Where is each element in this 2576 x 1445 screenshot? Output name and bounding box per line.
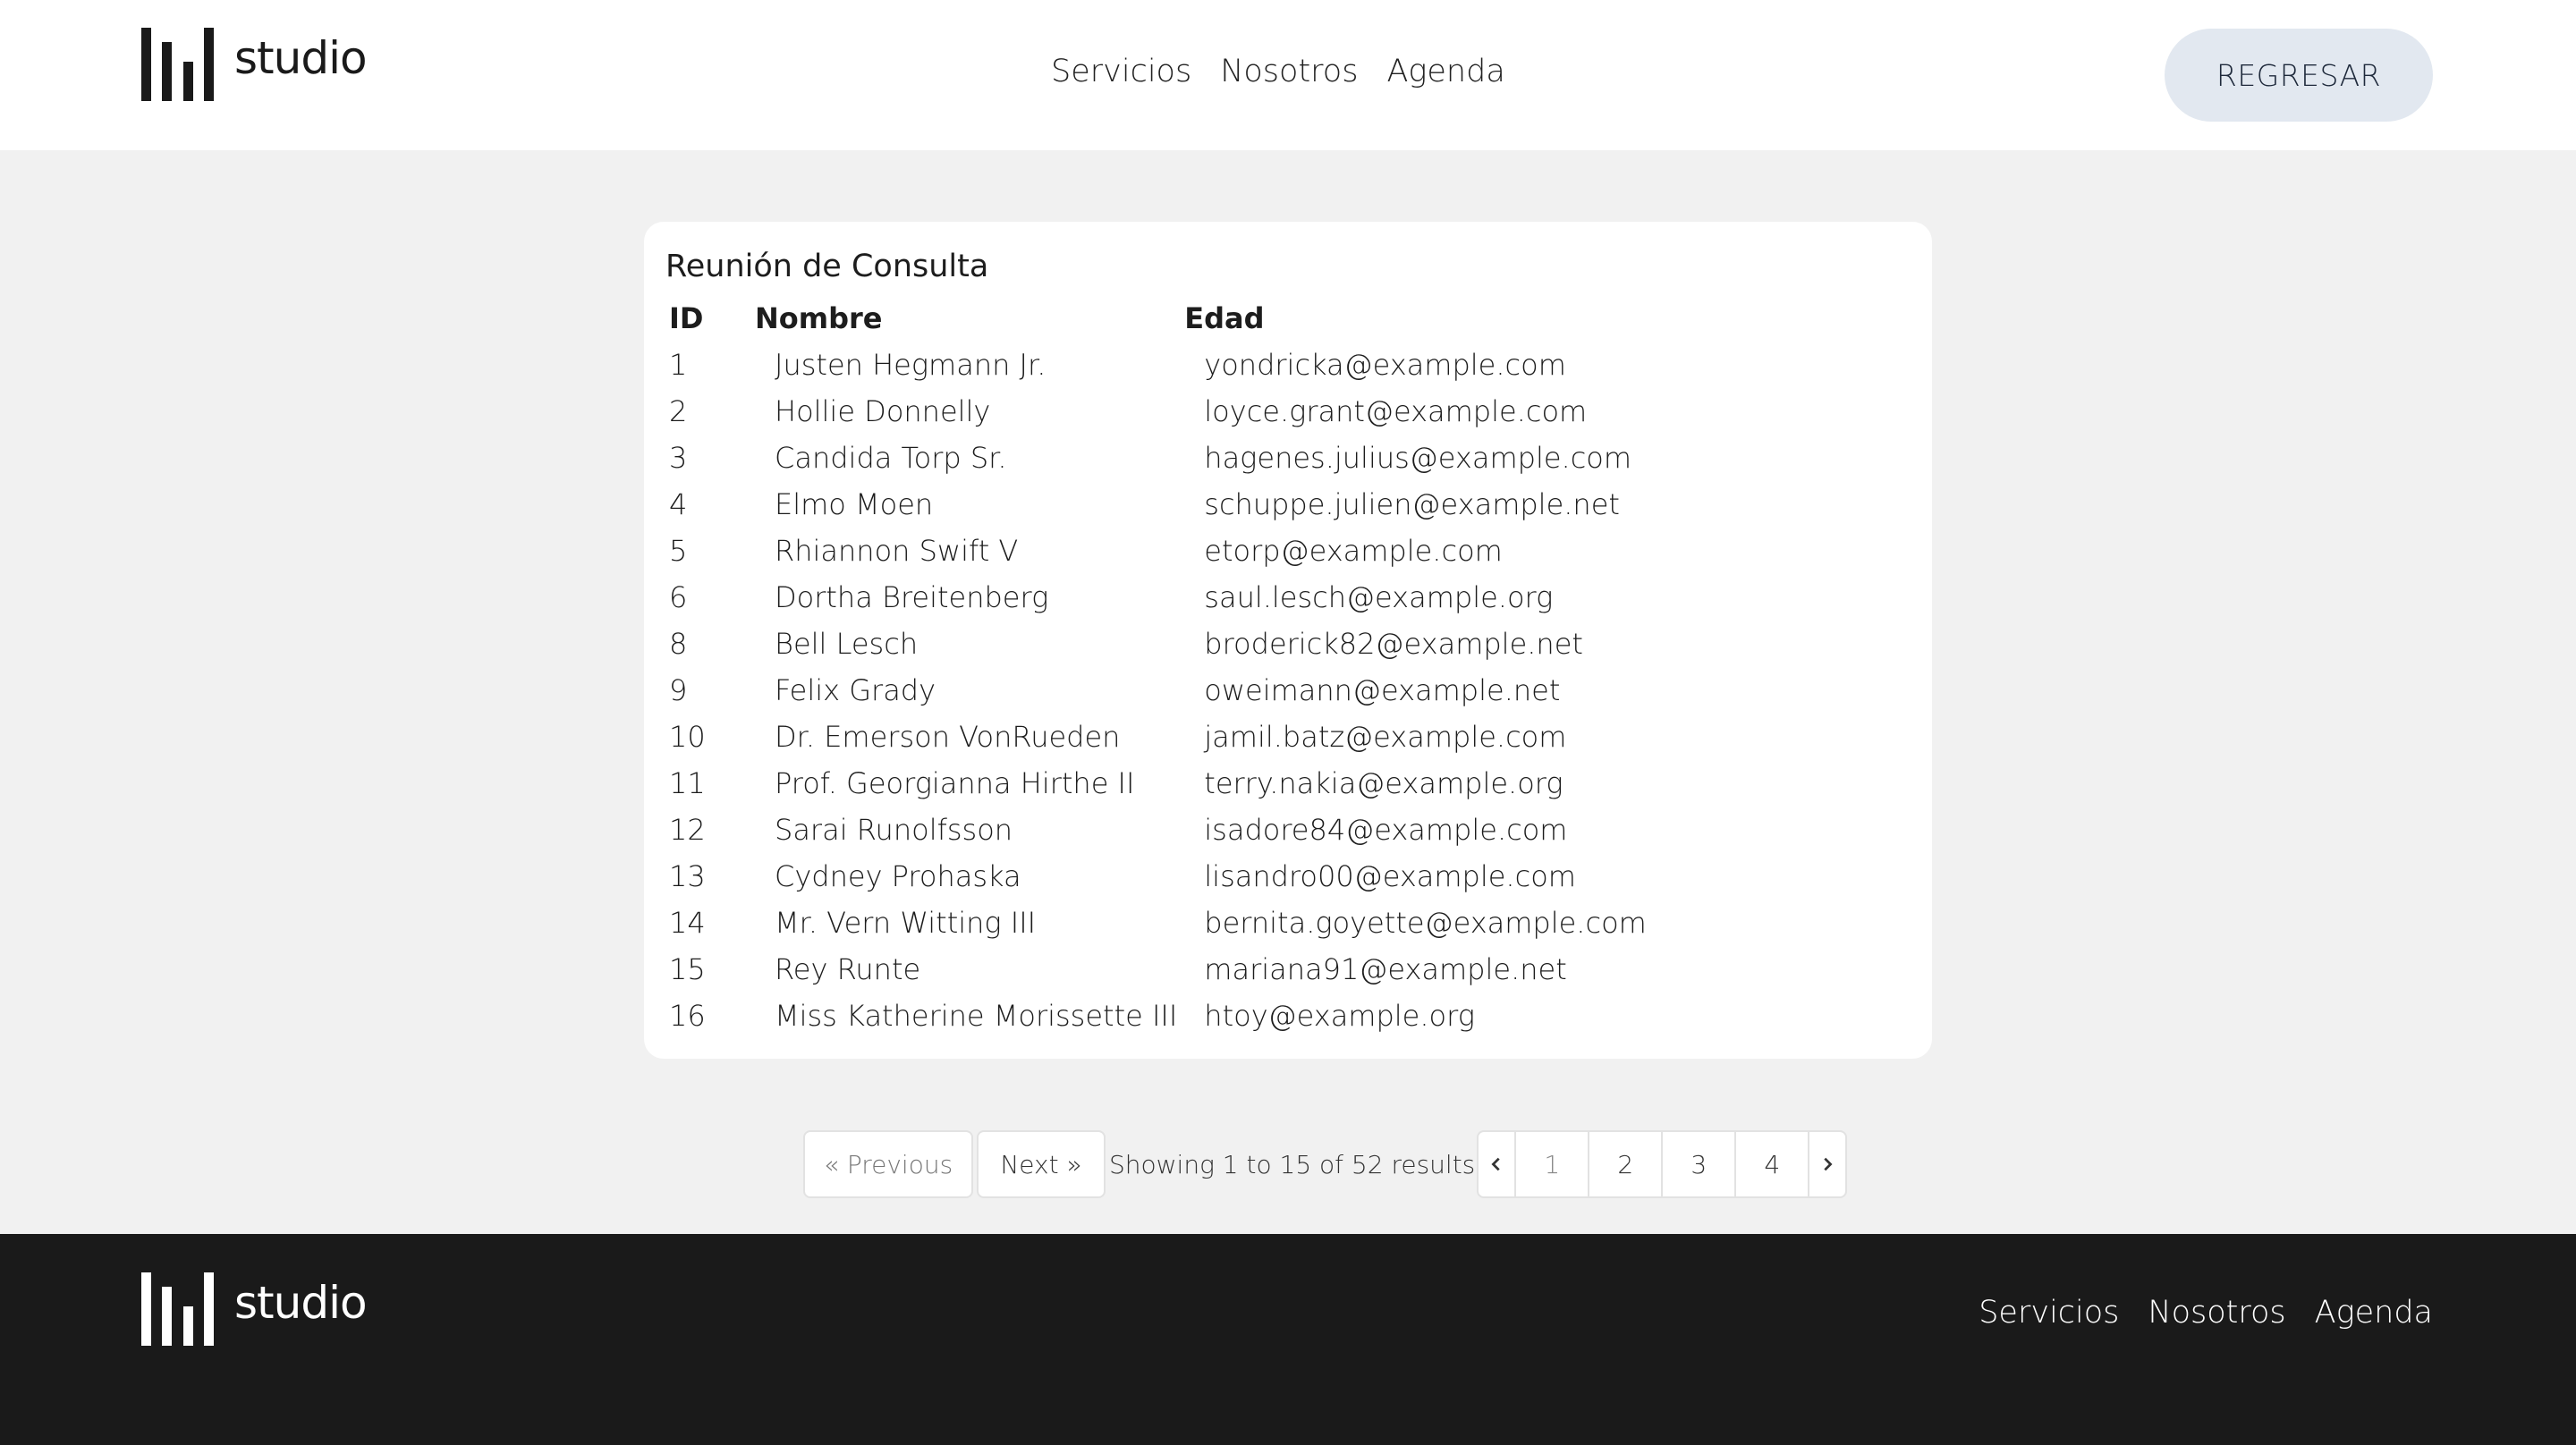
cell-id: 8 xyxy=(669,627,688,661)
footer-link-agenda[interactable]: Agenda xyxy=(2315,1295,2433,1331)
cell-nombre: Miss Katherine Morissette III xyxy=(775,999,1178,1033)
cell-email: hagenes.julius@example.com xyxy=(1204,441,1632,475)
back-button[interactable]: REGRESAR xyxy=(2165,29,2433,122)
table-row: 15 Rey Runte mariana91@example.net xyxy=(665,946,1650,993)
cell-id: 15 xyxy=(669,952,706,986)
table-row: 4 Elmo Moen schuppe.julien@example.net xyxy=(665,481,1650,528)
cell-nombre: Bell Lesch xyxy=(775,627,919,661)
cell-id: 4 xyxy=(669,487,688,521)
footer-link-nosotros[interactable]: Nosotros xyxy=(2148,1295,2285,1331)
page-button-1[interactable]: 1 xyxy=(1514,1130,1590,1198)
cell-nombre: Candida Torp Sr. xyxy=(775,441,1007,475)
cell-id: 6 xyxy=(669,580,688,614)
page-number-group: 1 2 3 4 xyxy=(1477,1130,1848,1198)
cell-nombre: Rhiannon Swift V xyxy=(775,534,1019,568)
cell-id: 10 xyxy=(669,720,706,754)
page-button-3[interactable]: 3 xyxy=(1661,1130,1737,1198)
main-nav: Servicios Nosotros Agenda xyxy=(1051,54,1505,89)
cell-email: jamil.batz@example.com xyxy=(1204,720,1567,754)
cell-email: broderick82@example.net xyxy=(1204,627,1583,661)
table-row: 8 Bell Lesch broderick82@example.net xyxy=(665,621,1650,667)
site-header: studio Servicios Nosotros Agenda REGRESA… xyxy=(0,0,2576,150)
cell-nombre: Dortha Breitenberg xyxy=(775,580,1049,614)
cell-email: isadore84@example.com xyxy=(1204,813,1568,847)
cell-nombre: Dr. Emerson VonRueden xyxy=(775,720,1121,754)
cell-email: yondricka@example.com xyxy=(1204,348,1566,382)
page-next-arrow-button[interactable] xyxy=(1808,1130,1848,1198)
column-header-id: ID xyxy=(669,301,704,335)
table-body: 1 Justen Hegmann Jr. yondricka@example.com… xyxy=(665,342,1650,1039)
cell-nombre: Felix Grady xyxy=(775,673,936,707)
column-header-edad: Edad xyxy=(1184,301,1265,335)
results-summary: Showing 1 to 15 of 52 results xyxy=(1109,1149,1476,1179)
cell-nombre: Rey Runte xyxy=(775,952,921,986)
cell-nombre: Hollie Donnelly xyxy=(775,394,991,428)
page-button-2[interactable]: 2 xyxy=(1588,1130,1664,1198)
card-title: Reunión de Consulta xyxy=(665,249,989,284)
logo-wordmark: studio xyxy=(234,32,368,84)
cell-id: 11 xyxy=(669,766,706,800)
chevron-right-icon xyxy=(1824,1157,1833,1171)
cell-email: oweimann@example.net xyxy=(1204,673,1561,707)
cell-nombre: Cydney Prohaska xyxy=(775,859,1021,893)
previous-page-button[interactable]: « Previous xyxy=(803,1130,973,1198)
cell-nombre: Prof. Georgianna Hirthe II xyxy=(775,766,1135,800)
cell-email: htoy@example.org xyxy=(1204,999,1475,1033)
table-header-row: ID Nombre Edad xyxy=(665,295,1650,342)
table-row: 16 Miss Katherine Morissette III htoy@exam… xyxy=(665,993,1650,1039)
cell-id: 9 xyxy=(669,673,688,707)
cell-email: loyce.grant@example.com xyxy=(1204,394,1588,428)
cell-email: schuppe.julien@example.net xyxy=(1204,487,1620,521)
next-page-button[interactable]: Next » xyxy=(977,1130,1106,1198)
cell-id: 16 xyxy=(669,999,706,1033)
footer-brand-logo[interactable]: studio xyxy=(141,1272,368,1347)
nav-link-agenda[interactable]: Agenda xyxy=(1386,54,1504,89)
table-row: 5 Rhiannon Swift V etorp@example.com xyxy=(665,528,1650,574)
logo-bars-icon xyxy=(141,1272,215,1346)
footer-link-servicios[interactable]: Servicios xyxy=(1979,1295,2119,1331)
logo-bars-icon xyxy=(141,28,215,101)
column-header-nombre: Nombre xyxy=(755,301,883,335)
site-footer: studio Servicios Nosotros Agenda xyxy=(0,1234,2576,1445)
table-row: 2 Hollie Donnelly loyce.grant@example.com xyxy=(665,388,1650,435)
cell-email: etorp@example.com xyxy=(1204,534,1503,568)
cell-id: 1 xyxy=(669,348,688,382)
table-row: 14 Mr. Vern Witting III bernita.goyette@ex… xyxy=(665,900,1650,946)
cell-email: mariana91@example.net xyxy=(1204,952,1567,986)
cell-email: lisandro00@example.com xyxy=(1204,859,1576,893)
table-row: 10 Dr. Emerson VonRueden jamil.batz@exampl… xyxy=(665,714,1650,760)
cell-id: 3 xyxy=(669,441,688,475)
pagination: « Previous Next » Showing 1 to 15 of 52 … xyxy=(803,1130,1848,1198)
cell-id: 2 xyxy=(669,394,688,428)
cell-email: saul.lesch@example.org xyxy=(1204,580,1554,614)
cell-nombre: Elmo Moen xyxy=(775,487,934,521)
attendees-table: ID Nombre Edad 1 Justen Hegmann Jr. yondri… xyxy=(665,295,1650,1039)
cell-id: 14 xyxy=(669,906,706,940)
table-row: 11 Prof. Georgianna Hirthe II terry.nakia@… xyxy=(665,760,1650,807)
cell-id: 12 xyxy=(669,813,706,847)
cell-id: 5 xyxy=(669,534,688,568)
cell-nombre: Mr. Vern Witting III xyxy=(775,906,1037,940)
footer-nav: Servicios Nosotros Agenda xyxy=(1979,1295,2433,1331)
page-prev-arrow-button[interactable] xyxy=(1477,1130,1517,1198)
brand-logo[interactable]: studio xyxy=(141,27,368,102)
footer-logo-wordmark: studio xyxy=(234,1277,368,1329)
table-row: 13 Cydney Prohaska lisandro00@example.com xyxy=(665,853,1650,900)
table-row: 3 Candida Torp Sr. hagenes.julius@example.… xyxy=(665,435,1650,481)
cell-email: terry.nakia@example.org xyxy=(1204,766,1563,800)
nav-link-nosotros[interactable]: Nosotros xyxy=(1220,54,1358,89)
nav-link-servicios[interactable]: Servicios xyxy=(1051,54,1191,89)
table-row: 12 Sarai Runolfsson isadore84@example.com xyxy=(665,807,1650,853)
cell-id: 13 xyxy=(669,859,706,893)
table-row: 6 Dortha Breitenberg saul.lesch@example.or… xyxy=(665,574,1650,621)
table-row: 1 Justen Hegmann Jr. yondricka@example.com xyxy=(665,342,1650,388)
cell-nombre: Justen Hegmann Jr. xyxy=(775,348,1046,382)
cell-email: bernita.goyette@example.com xyxy=(1204,906,1647,940)
table-row: 9 Felix Grady oweimann@example.net xyxy=(665,667,1650,714)
chevron-left-icon xyxy=(1491,1157,1500,1171)
page-button-4[interactable]: 4 xyxy=(1734,1130,1810,1198)
consultation-card: Reunión de Consulta ID Nombre Edad 1 Just… xyxy=(644,222,1932,1059)
cell-nombre: Sarai Runolfsson xyxy=(775,813,1013,847)
